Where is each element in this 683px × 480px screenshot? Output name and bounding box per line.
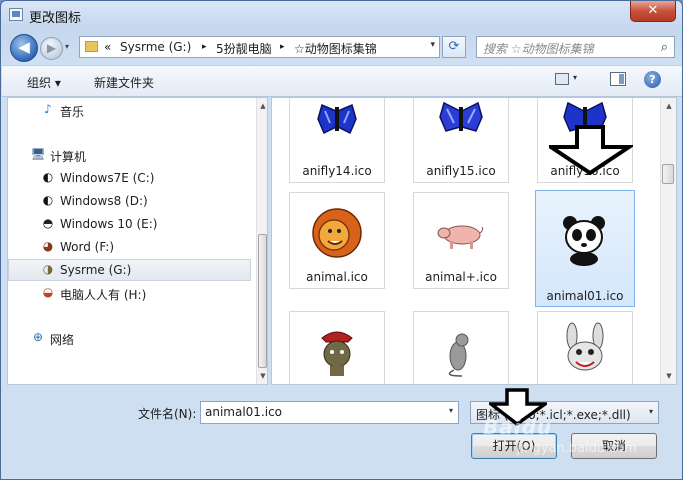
refresh-button[interactable]: ⟳ [442, 36, 466, 58]
file-tile[interactable]: anifly14.ico [289, 98, 385, 183]
lion-icon [312, 208, 362, 258]
nav-item-drive-f[interactable]: ◕ Word (F:) [8, 236, 251, 258]
rabbit-icon [566, 322, 604, 371]
file-name: anifly16.ico [550, 164, 620, 178]
nav-item-drive-e[interactable]: ◓ Windows 10 (E:) [8, 213, 251, 235]
address-bar[interactable]: « Sysrme (G:) ▸ 5扮靓电脑 ▸ ☆动物图标集锦 ▾ [79, 36, 440, 58]
view-dropdown[interactable]: ▾ [573, 73, 577, 82]
music-note-icon: ♪ [44, 102, 52, 116]
scroll-thumb[interactable] [258, 234, 267, 368]
dialog-title: 更改图标 [29, 11, 82, 26]
new-folder-button[interactable]: 新建文件夹 [94, 74, 154, 91]
filename-label: 文件名(N): [138, 407, 197, 421]
file-tile[interactable]: animal+.ico [413, 192, 509, 289]
blue-butterfly-icon [317, 103, 357, 135]
nav-item-label: 电脑人人有 (H:) [60, 288, 147, 302]
search-box[interactable]: 搜索 ☆动物图标集锦 ⌕ [476, 36, 675, 58]
forward-button[interactable]: ▶ [40, 37, 63, 60]
nav-item-label: Windows8 (D:) [60, 194, 148, 208]
change-icon-dialog: 更改图标 ✕ ◀ ▶ ▾ « Sysrme (G:) ▸ 5扮靓电脑 ▸ ☆动物… [0, 0, 683, 480]
file-tile-selected[interactable]: animal01.ico [535, 190, 635, 307]
breadcrumb-current[interactable]: ☆动物图标集锦 [294, 40, 377, 57]
breadcrumb-drive[interactable]: Sysrme (G:) [120, 40, 191, 54]
search-icon[interactable]: ⌕ [661, 40, 668, 55]
watermark-url: jingyan.baidu.com [517, 441, 637, 456]
organize-button[interactable]: 组织 ▾ [27, 74, 61, 91]
nav-item-label: 音乐 [60, 105, 85, 119]
nav-item-drive-g[interactable]: ◑ Sysrme (G:) [8, 259, 251, 281]
file-name: animal+.ico [425, 270, 497, 284]
help-icon[interactable]: ? [644, 71, 661, 88]
nav-item-network[interactable]: ⊕ 网络 [8, 327, 251, 349]
pig-icon [437, 225, 484, 249]
watermark: Baidu [483, 415, 553, 439]
navigation-pane: ♪ 音乐 🖥 计算机 ◐ Windows7E (C:) ◐ Windows8 (… [7, 97, 268, 385]
drive-panda-icon: ◐ [42, 170, 54, 184]
file-name: animal01.ico [546, 289, 624, 303]
computer-icon: 🖥 [30, 147, 46, 161]
drive-dog-icon: ◑ [42, 262, 54, 276]
recent-locations-dropdown[interactable]: ▾ [65, 42, 75, 52]
drive-panda-icon: ◐ [42, 193, 54, 207]
title-bar[interactable]: 更改图标 ✕ [1, 1, 682, 29]
cowboy-mouse-icon [321, 331, 353, 376]
filename-value[interactable]: animal01.ico [205, 405, 282, 419]
command-bar: 组织 ▾ 新建文件夹 ▾ ? [2, 65, 682, 97]
file-view: anifly14.ico anifly15.ico anifly16.ico a… [271, 97, 677, 385]
address-dropdown[interactable]: ▾ [430, 40, 435, 50]
filetype-dropdown[interactable]: ▾ [649, 407, 653, 416]
nav-item-label: 网络 [50, 333, 75, 347]
folder-icon [85, 41, 98, 52]
nav-item-label: Word (F:) [60, 240, 115, 254]
filename-dropdown[interactable]: ▾ [449, 406, 453, 415]
drive-monkey-icon: ◕ [42, 239, 54, 253]
nav-item-drive-d[interactable]: ◐ Windows8 (D:) [8, 190, 251, 212]
preview-pane-icon[interactable] [610, 72, 626, 86]
close-button[interactable]: ✕ [630, 1, 676, 22]
scroll-thumb[interactable] [662, 164, 674, 184]
scroll-down-arrow[interactable]: ▼ [258, 371, 267, 381]
file-name: anifly14.ico [302, 164, 372, 178]
nav-item-label: Windows7E (C:) [60, 171, 155, 185]
panda-icon [563, 216, 605, 266]
blue-butterfly-icon [563, 101, 607, 132]
breadcrumb-separator[interactable]: ▸ [202, 42, 207, 52]
scroll-down-arrow[interactable]: ▼ [664, 371, 674, 381]
file-tile[interactable]: animal.ico [289, 192, 385, 289]
breadcrumb-folder[interactable]: 5扮靓电脑 [216, 40, 272, 57]
nav-item-label: 计算机 [50, 150, 87, 164]
back-button[interactable]: ◀ [10, 34, 38, 62]
search-input[interactable]: 搜索 ☆动物图标集锦 [483, 40, 594, 57]
address-overflow[interactable]: « [104, 40, 111, 54]
nav-item-label: Windows 10 (E:) [60, 217, 158, 231]
nav-item-drive-c[interactable]: ◐ Windows7E (C:) [8, 167, 251, 189]
file-name: anifly15.ico [426, 164, 496, 178]
network-icon: ⊕ [32, 330, 44, 344]
scroll-up-arrow[interactable]: ▲ [664, 101, 674, 111]
filename-field[interactable]: animal01.ico ▾ [200, 401, 459, 424]
nav-item-music[interactable]: ♪ 音乐 [8, 99, 251, 121]
file-scrollbar[interactable]: ▲ ▼ [660, 98, 676, 384]
nav-scrollbar[interactable]: ▲ ▼ [256, 98, 267, 384]
breadcrumb-separator[interactable]: ▸ [280, 42, 285, 52]
file-tile[interactable]: anifly16.ico [537, 98, 633, 183]
file-tile[interactable] [289, 311, 385, 384]
drive-cat-icon: ◒ [42, 285, 54, 299]
blue-butterfly-icon [439, 101, 483, 132]
scroll-up-arrow[interactable]: ▲ [258, 101, 267, 111]
nav-item-label: Sysrme (G:) [60, 263, 132, 277]
file-tile[interactable] [413, 311, 509, 384]
file-name: animal.ico [306, 270, 368, 284]
drive-penguin-icon: ◓ [42, 216, 54, 230]
file-tile[interactable] [537, 311, 633, 384]
rat-icon [448, 333, 469, 377]
view-icon[interactable] [555, 73, 569, 85]
nav-item-drive-h[interactable]: ◒ 电脑人人有 (H:) [8, 282, 251, 304]
nav-item-computer[interactable]: 🖥 计算机 [8, 144, 251, 166]
file-tile[interactable]: anifly15.ico [413, 98, 509, 183]
dialog-icon [9, 8, 23, 21]
